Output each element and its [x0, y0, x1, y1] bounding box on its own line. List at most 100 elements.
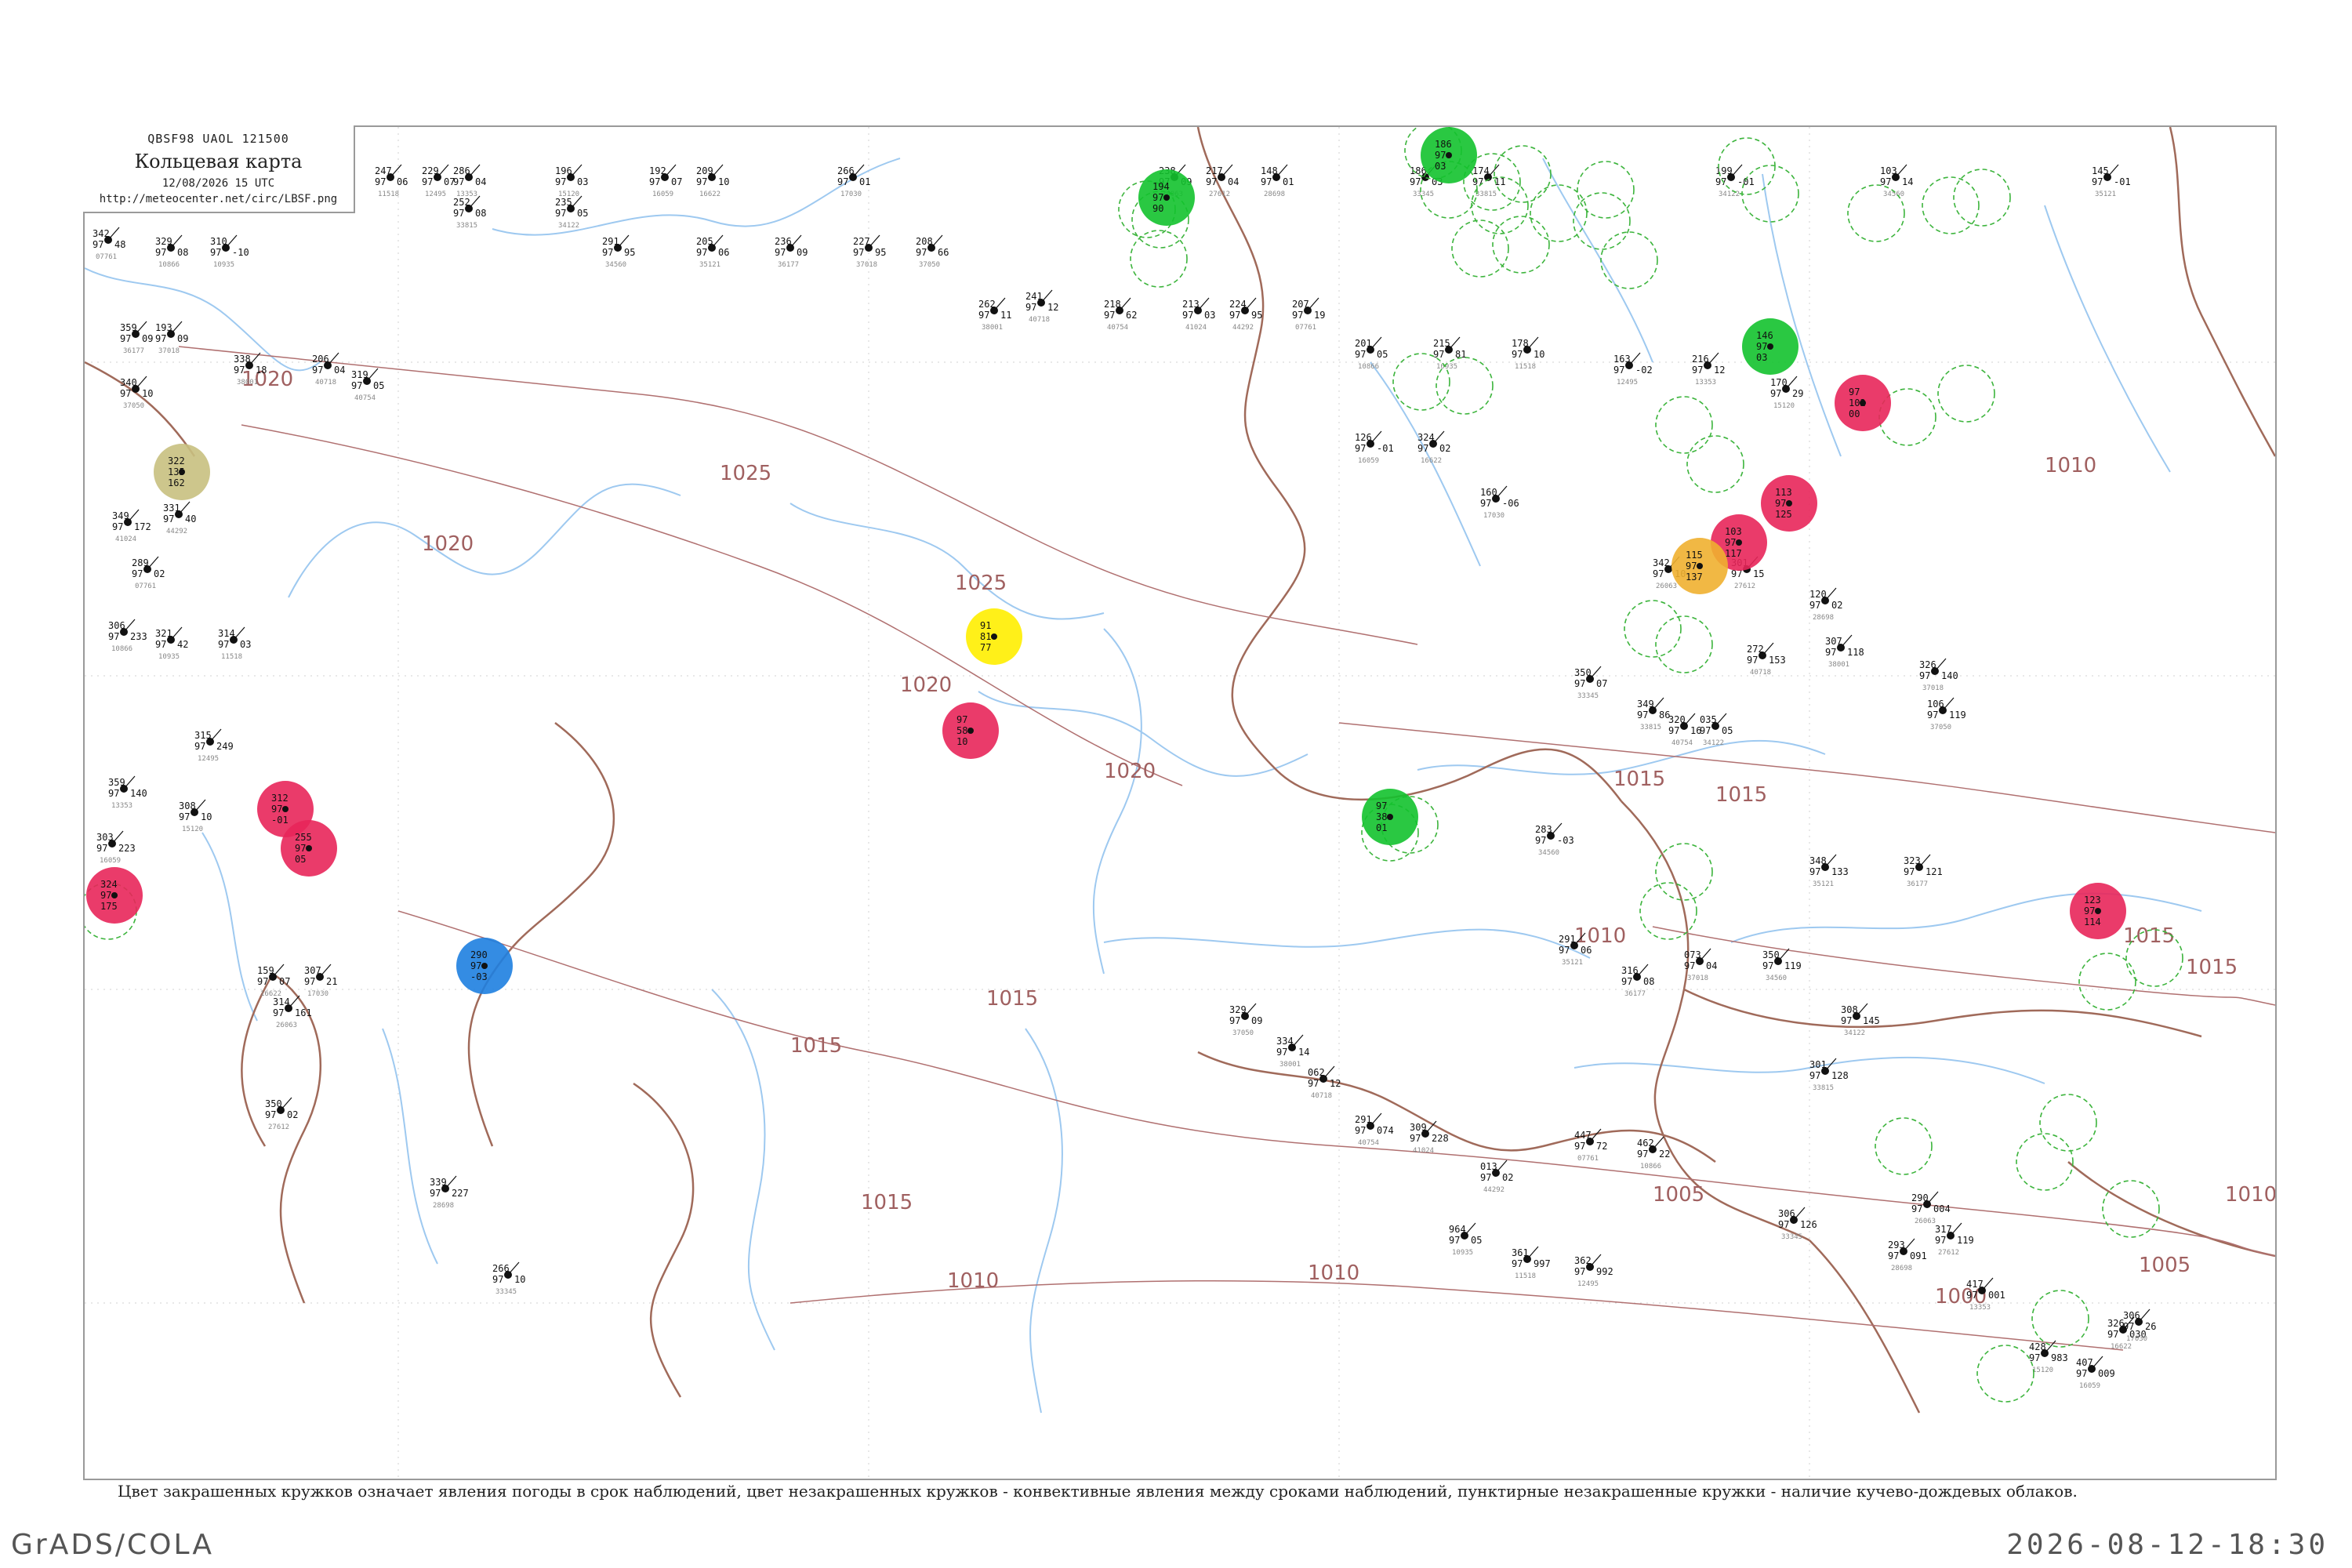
temperature-value: 97: [273, 1007, 284, 1018]
map-source-url[interactable]: http://meteocenter.net/circ/LBSF.png: [83, 193, 354, 205]
wind-barb: [280, 1097, 292, 1111]
station-plot: 21697 12 13353: [1692, 352, 1725, 387]
pressure-value: 106: [1927, 699, 1944, 710]
tendency-value: 05: [1377, 349, 1388, 360]
station-id: 10935: [158, 653, 180, 661]
map-title-box: QBSF98 UAOL 121500 Кольцевая карта 12/08…: [83, 125, 355, 213]
wind-barb: [319, 964, 332, 978]
temperature-value: 97: [453, 208, 464, 219]
pressure-value: 321: [155, 628, 172, 639]
station-id: 40754: [354, 394, 376, 402]
tendency-value: 10: [718, 176, 729, 187]
isobar-label: 1025: [720, 462, 771, 485]
temperature-value: 97: [120, 333, 131, 344]
pressure-value: 349: [112, 510, 129, 521]
pressure-value: 97: [1849, 387, 1860, 397]
tendency-value: 119: [1949, 710, 1966, 720]
pressure-value: 235: [555, 197, 572, 208]
cb-circle: [1530, 184, 1588, 242]
pressure-value: 196: [555, 165, 572, 176]
temperature-value: 97: [470, 960, 481, 971]
wind-barb: [170, 321, 183, 335]
wind-barb: [711, 234, 724, 249]
pressure-value: 174: [1472, 165, 1490, 176]
temperature-value: 97: [1574, 1141, 1585, 1152]
station-id: 38001: [982, 324, 1003, 332]
temperature-value: 97: [1480, 498, 1491, 509]
pressure-value: 290: [470, 949, 488, 960]
temperature-value: 97: [1686, 561, 1697, 572]
wind-barb: [1715, 713, 1727, 727]
tendency-value: 983: [2051, 1352, 2068, 1363]
tendency-value: 02: [154, 568, 165, 579]
wind-barb: [1589, 666, 1602, 680]
station-plot: 35097 02 27612: [265, 1097, 298, 1131]
tendency-value: -10: [232, 247, 249, 258]
tendency-value: 40: [185, 514, 196, 524]
station-plot: 35997 09 36177: [120, 321, 153, 355]
pressure-value: 289: [132, 557, 149, 568]
station-id: 37018: [1922, 684, 1944, 692]
pressure-value: 252: [453, 197, 470, 208]
station-plot: 31497 03 11518: [218, 626, 251, 661]
tendency-value: 15: [1753, 568, 1764, 579]
station-plot: 21797 04 27612: [1206, 164, 1239, 198]
station-id: 07761: [96, 253, 117, 261]
wind-barb: [1707, 352, 1719, 366]
temperature-value: 97: [1770, 388, 1781, 399]
station-id: 37050: [919, 261, 940, 269]
temperature-value: 97: [234, 365, 245, 376]
tendency-value: 05: [373, 380, 384, 391]
pressure-value: 236: [775, 236, 792, 247]
pressure-value: 314: [218, 628, 235, 639]
pressure-value: 073: [1684, 949, 1701, 960]
wind-barb: [390, 164, 402, 178]
wind-barb: [437, 164, 449, 178]
pressure-value: 148: [1261, 165, 1278, 176]
cb-circle: [1577, 161, 1635, 219]
station-plot: 19997 -0134122: [1715, 164, 1755, 198]
temperature-value: 97: [108, 631, 119, 642]
tendency-value: 62: [1126, 310, 1137, 321]
station-id: 28698: [1891, 1265, 1912, 1272]
tendency-value: 29: [1792, 388, 1803, 399]
temperature-value: 97: [430, 1188, 441, 1199]
tendency-value: -01: [1377, 443, 1394, 454]
tendency-value: 06: [1581, 945, 1592, 956]
station-plot: 28997 02 07761: [132, 556, 165, 590]
wind-barb: [1487, 164, 1500, 178]
station-id: 27612: [1209, 191, 1230, 198]
legend-note: Цвет закрашенных кружков означает явлени…: [118, 1482, 2078, 1501]
temperature-value: 97: [120, 388, 131, 399]
wind-barb: [1040, 289, 1053, 303]
wind-barb: [2138, 1308, 2151, 1323]
temperature-value: 97: [422, 176, 433, 187]
wind-barb: [127, 509, 140, 523]
station-id: 40718: [1029, 316, 1050, 324]
station-plot: 19297 07 16059: [649, 164, 682, 198]
pressure-value: 035: [1700, 714, 1717, 725]
wind-barb: [123, 619, 136, 633]
tendency-value: 172: [134, 521, 151, 532]
tendency-value: 03: [240, 639, 251, 650]
isobar-label: 1020: [1104, 760, 1156, 783]
pressure-value: 462: [1637, 1138, 1654, 1149]
pressure-value: 247: [375, 165, 392, 176]
station-id: 36177: [123, 347, 144, 355]
tendency-value: 03: [1204, 310, 1215, 321]
pressure-value: 329: [1229, 1004, 1247, 1015]
station-plot: 31697 08 36177: [1621, 964, 1654, 998]
tendency-value: 09: [1251, 1015, 1262, 1026]
temperature-value: 97: [453, 176, 464, 187]
tendency-value: 02: [1439, 443, 1450, 454]
station-plot: 29197 95 34560: [602, 234, 635, 269]
tendency-value: 145: [1863, 1015, 1880, 1026]
tendency-value: 18: [256, 365, 267, 376]
weather-station-rain: 1469703: [1742, 318, 1798, 375]
tendency-value: 77: [980, 642, 991, 653]
tendency-value: 03: [1435, 161, 1446, 172]
wind-barb: [664, 164, 677, 178]
station-plot: 34897 133 35121: [1809, 854, 1849, 888]
pressure-value: 340: [120, 377, 137, 388]
wind-barb: [1730, 164, 1743, 178]
